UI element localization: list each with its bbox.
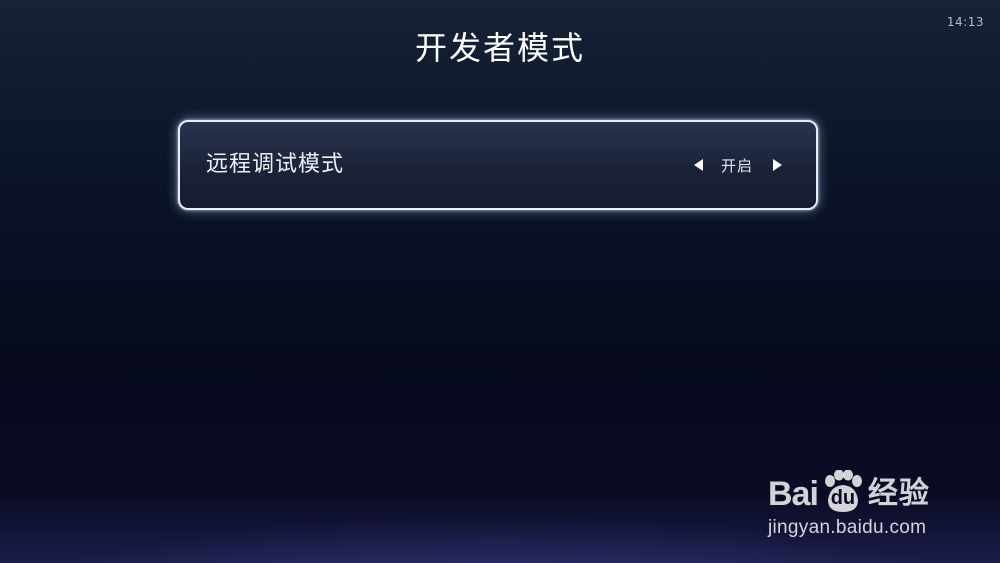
- watermark-logo: Bai du 经验: [768, 470, 930, 514]
- caret-left-icon[interactable]: [693, 159, 703, 171]
- baidu-paw-icon: du: [820, 470, 866, 514]
- watermark-brand-du: du: [830, 487, 856, 509]
- setting-row-remote-debug[interactable]: 远程调试模式 开启: [178, 120, 818, 210]
- setting-value-selector[interactable]: 开启: [693, 122, 782, 208]
- watermark-brand-bai: Bai: [768, 475, 819, 513]
- caret-right-icon[interactable]: [773, 159, 782, 171]
- setting-value: 开启: [720, 156, 753, 175]
- watermark-url: jingyan.baidu.com: [768, 517, 927, 538]
- baidu-jingyan-watermark: Bai du 经验 jingyan.baidu.com: [768, 458, 988, 548]
- watermark-brand-jingyan: 经验: [867, 476, 930, 511]
- page-title: 开发者模式: [414, 29, 585, 67]
- setting-label: 远程调试模式: [206, 152, 345, 177]
